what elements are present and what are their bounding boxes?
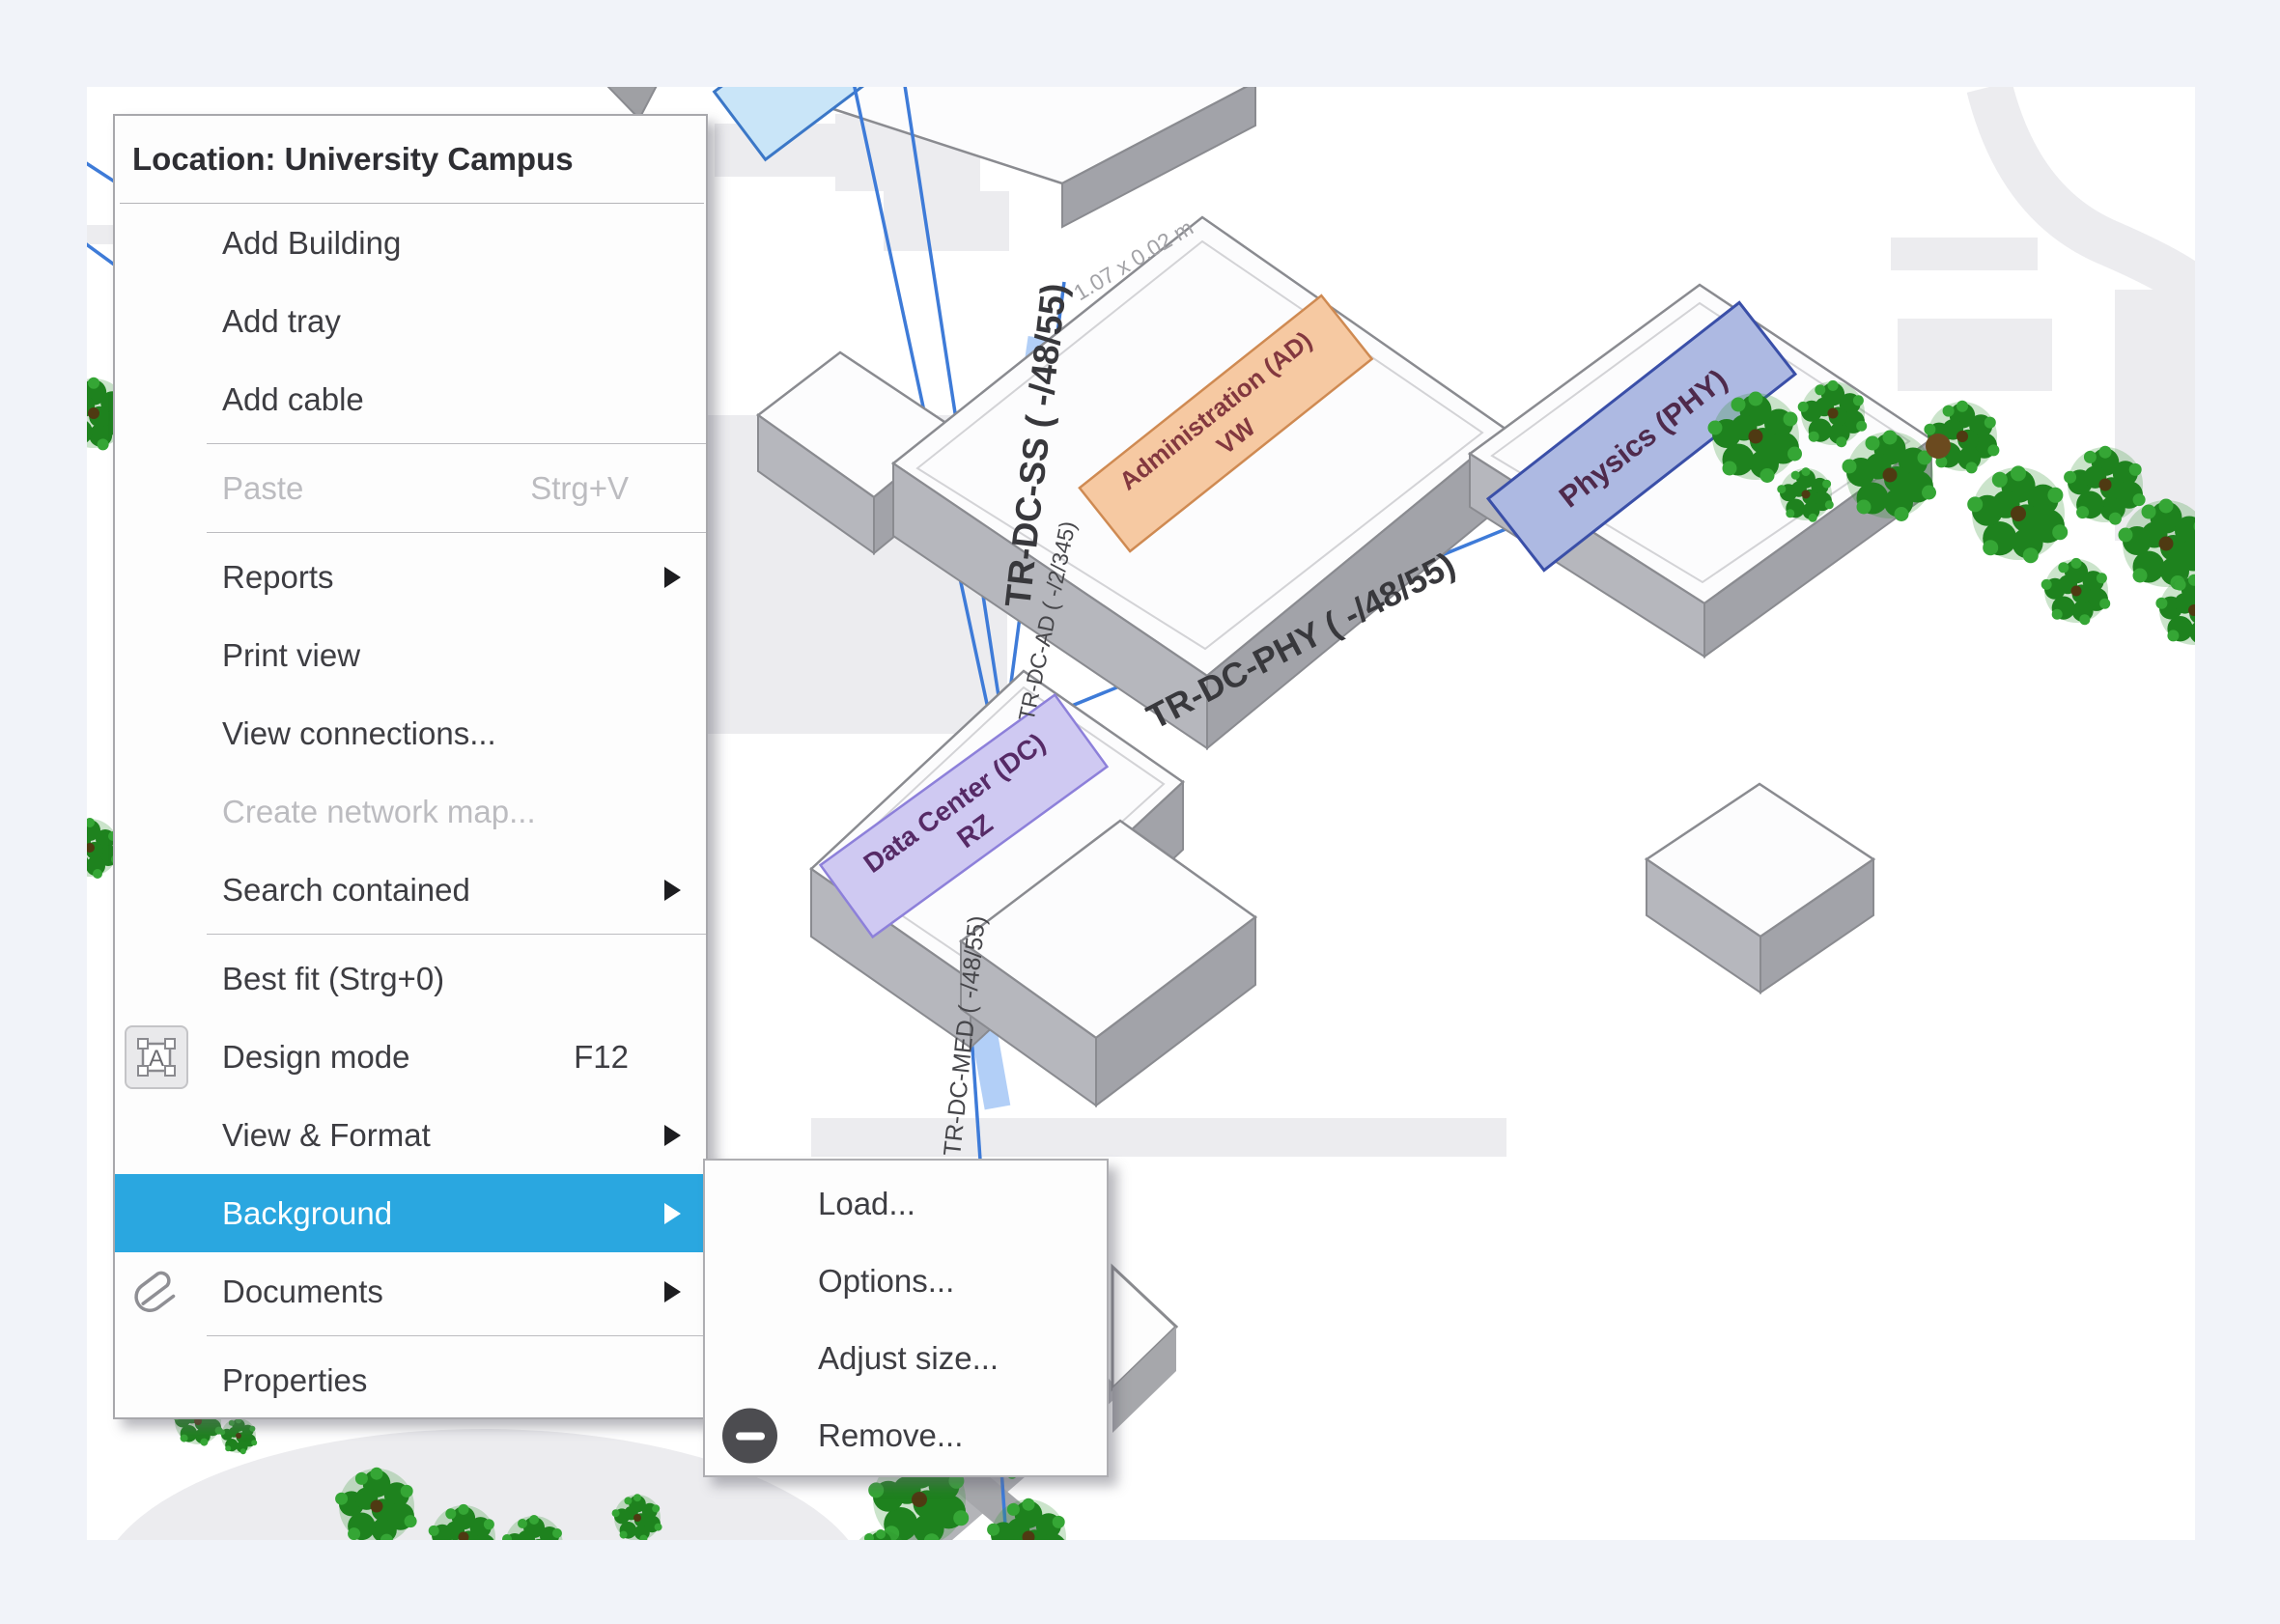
menu-item-view-format[interactable]: View & Format: [115, 1096, 706, 1174]
menu-item-view-connections[interactable]: View connections...: [115, 694, 706, 772]
menu-shortcut: Strg+V: [530, 470, 629, 507]
background-submenu: Load... Options... Adjust size... Remove…: [703, 1159, 1109, 1477]
submenu-item-remove[interactable]: Remove...: [705, 1397, 1107, 1474]
submenu-item-label: Adjust size...: [818, 1340, 999, 1377]
menu-item-add-building[interactable]: Add Building: [115, 204, 706, 282]
menu-item-label: Background: [222, 1195, 392, 1232]
menu-separator: [207, 1335, 706, 1336]
menu-item-print-view[interactable]: Print view: [115, 616, 706, 694]
menu-separator: [207, 934, 706, 935]
menu-separator: [207, 443, 706, 444]
menu-item-label: Add cable: [222, 381, 364, 418]
menu-item-reports[interactable]: Reports: [115, 538, 706, 616]
menu-separator: [207, 532, 706, 533]
menu-item-background[interactable]: Background: [115, 1174, 706, 1252]
submenu-item-options[interactable]: Options...: [705, 1243, 1107, 1320]
submenu-item-label: Remove...: [818, 1417, 963, 1454]
menu-item-create-network-map: Create network map...: [115, 772, 706, 851]
menu-item-label: Documents: [222, 1274, 383, 1310]
menu-item-label: Design mode: [222, 1039, 409, 1076]
submenu-arrow-icon: [664, 1203, 681, 1224]
menu-item-label: Properties: [222, 1362, 367, 1399]
menu-item-best-fit[interactable]: Best fit (Strg+0): [115, 939, 706, 1018]
menu-item-label: Paste: [222, 470, 303, 507]
menu-item-search-contained[interactable]: Search contained: [115, 851, 706, 929]
menu-shortcut: F12: [574, 1039, 629, 1076]
menu-item-label: Best fit (Strg+0): [222, 961, 444, 997]
menu-item-properties[interactable]: Properties: [115, 1341, 706, 1419]
svg-text:A: A: [149, 1046, 164, 1072]
submenu-arrow-icon: [664, 880, 681, 901]
menu-item-label: Add Building: [222, 225, 401, 262]
remove-minus-icon: [722, 1409, 777, 1464]
menu-item-paste: Paste Strg+V: [115, 449, 706, 527]
context-menu-header: Location: University Campus: [115, 116, 706, 203]
tree-trunk-dot: [1926, 434, 1951, 459]
submenu-item-label: Load...: [818, 1186, 915, 1222]
paperclip-icon: [125, 1260, 188, 1324]
menu-item-documents[interactable]: Documents: [115, 1252, 706, 1330]
menu-item-label: Add tray: [222, 303, 341, 340]
submenu-arrow-icon: [664, 1125, 681, 1146]
submenu-item-label: Options...: [818, 1263, 954, 1300]
submenu-item-load[interactable]: Load...: [705, 1165, 1107, 1243]
design-mode-icon: A: [125, 1025, 188, 1089]
location-context-menu: Location: University Campus Add Building…: [113, 114, 708, 1419]
menu-item-design-mode[interactable]: A Design mode F12: [115, 1018, 706, 1096]
menu-item-add-tray[interactable]: Add tray: [115, 282, 706, 360]
menu-item-label: View connections...: [222, 715, 496, 752]
menu-item-label: Reports: [222, 559, 334, 596]
menu-item-label: Create network map...: [222, 794, 536, 830]
menu-item-label: Print view: [222, 637, 360, 674]
submenu-arrow-icon: [664, 1281, 681, 1302]
menu-item-add-cable[interactable]: Add cable: [115, 360, 706, 438]
menu-item-label: Search contained: [222, 872, 470, 909]
submenu-item-adjust-size[interactable]: Adjust size...: [705, 1320, 1107, 1397]
submenu-arrow-icon: [664, 567, 681, 588]
menu-item-label: View & Format: [222, 1117, 431, 1154]
